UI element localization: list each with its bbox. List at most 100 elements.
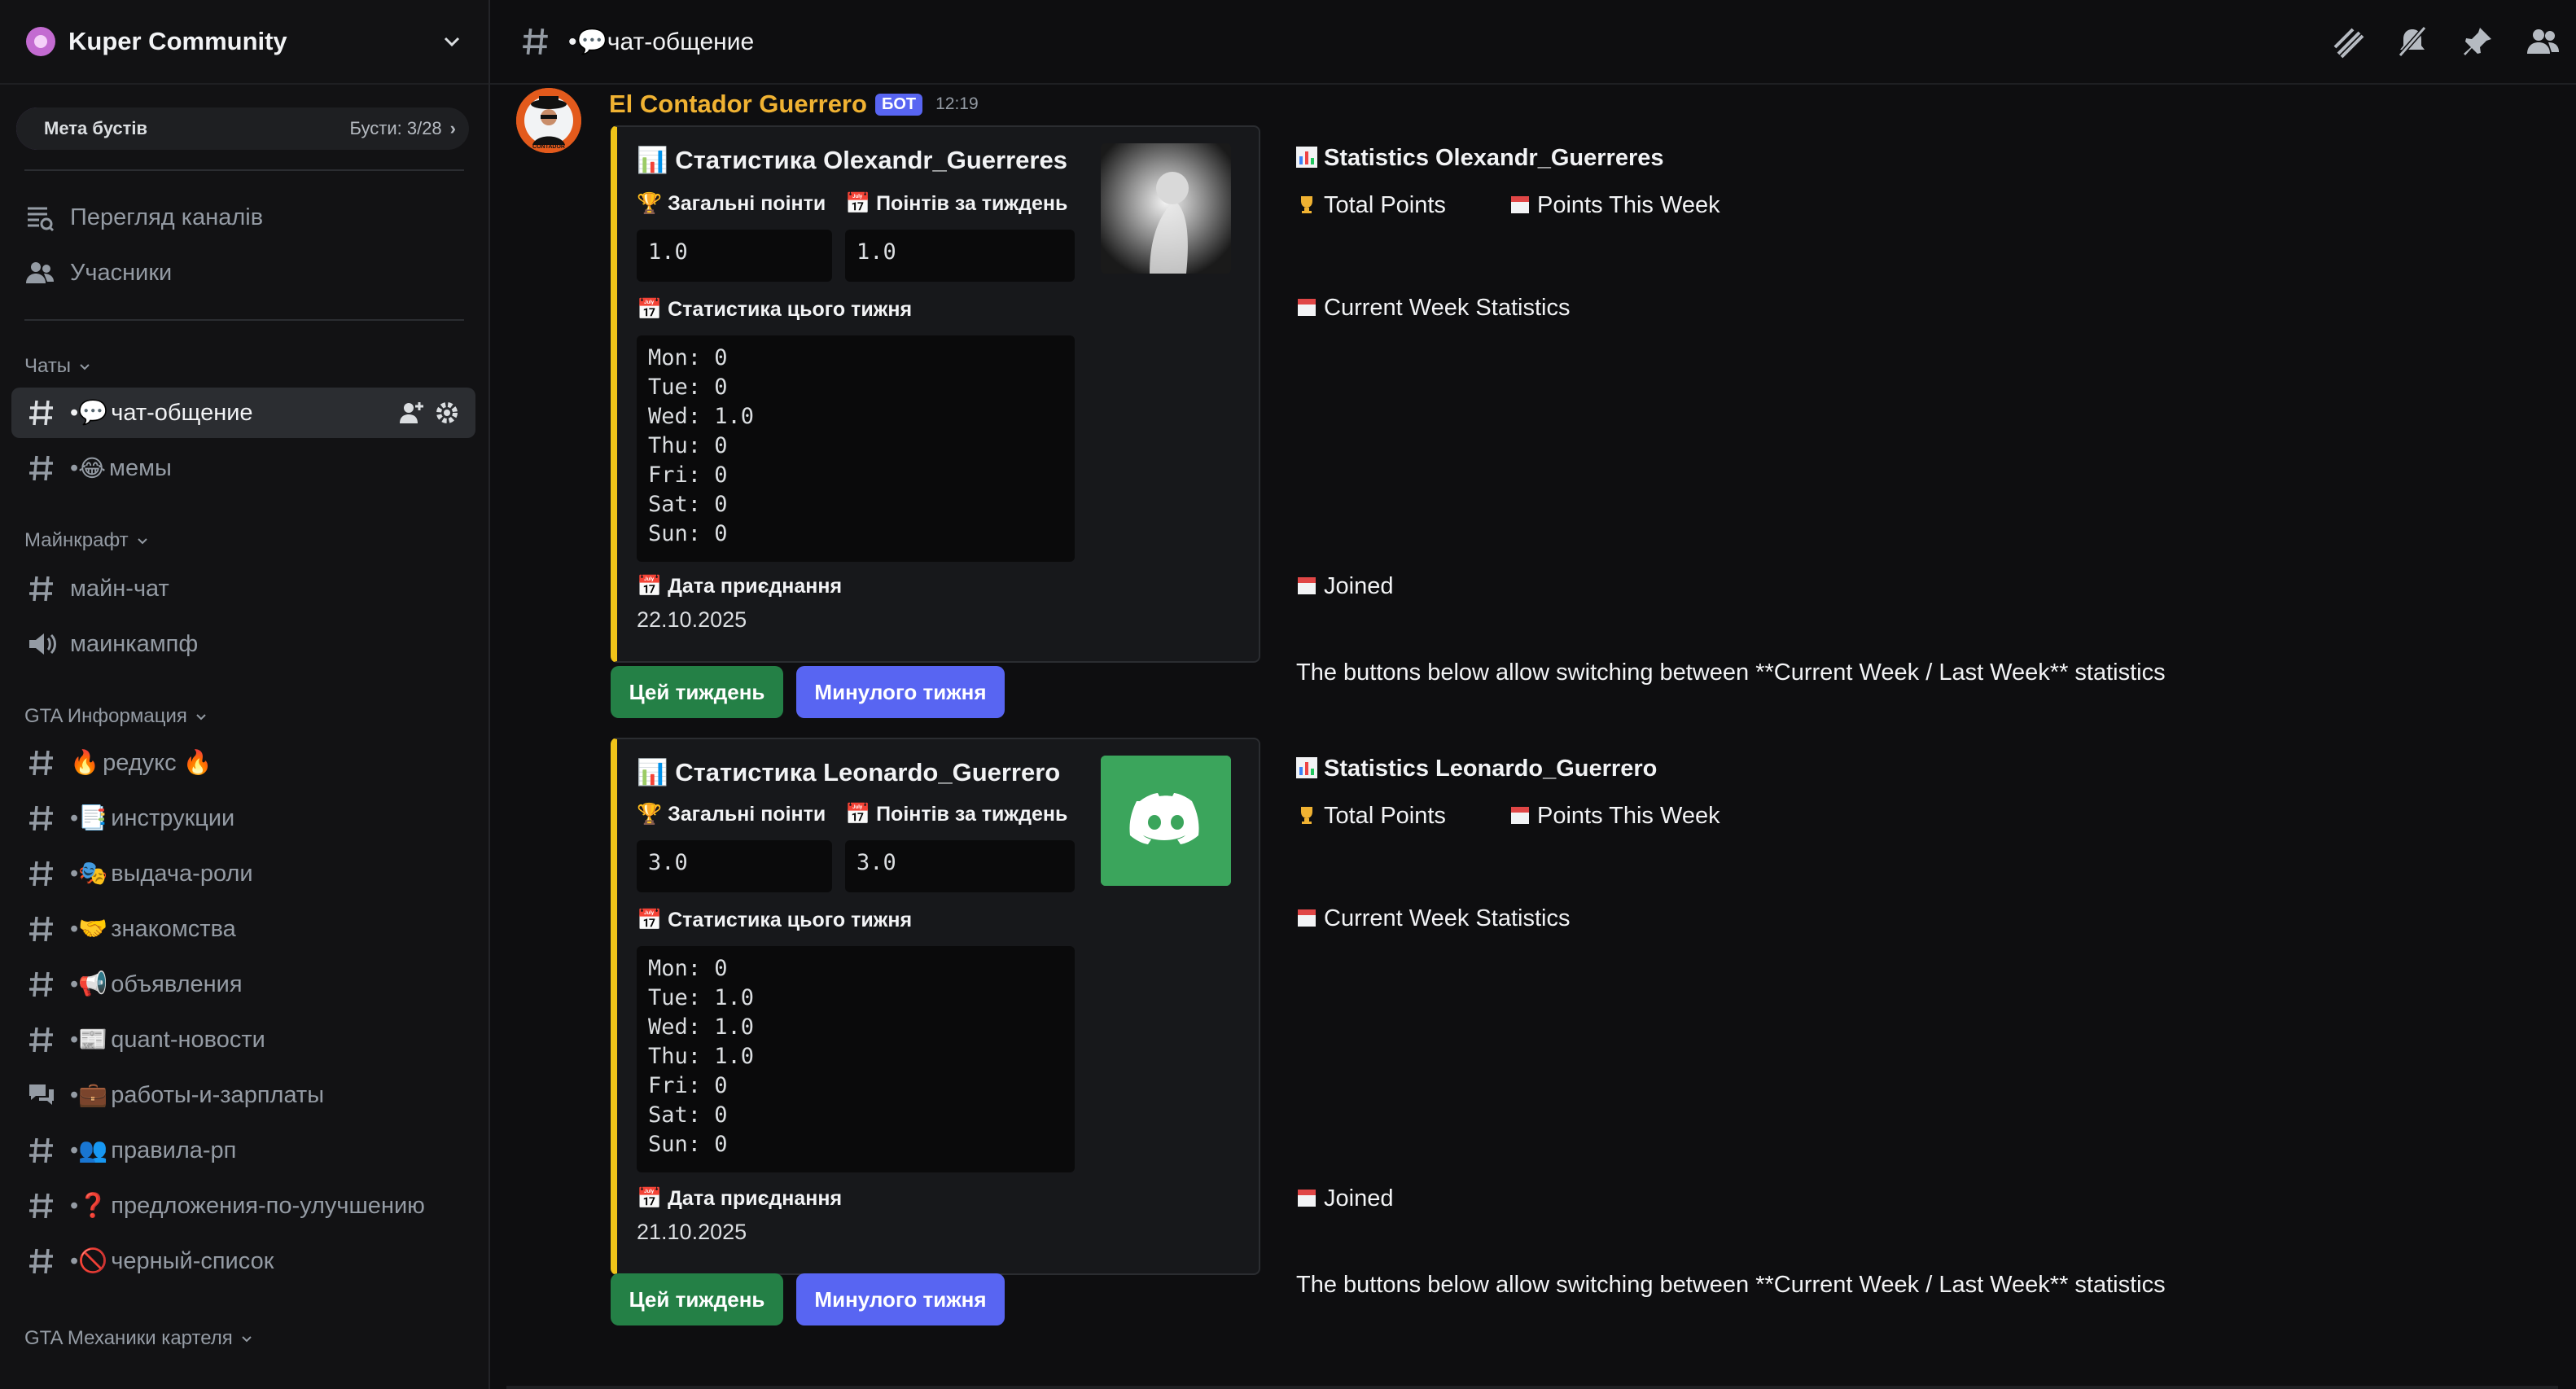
channel-roles[interactable]: • 🎭 выдача-роли [11,848,475,899]
channel-chat[interactable]: • 💬 чат-общение [11,388,475,438]
channel-label: черный-список [111,1247,274,1274]
category-gta-cartel[interactable]: GTA Механики картеля [24,1322,254,1355]
channel-redux[interactable]: 🔥 редукс 🔥 [11,738,475,788]
mute-icon[interactable] [2395,24,2429,59]
category-minecraft[interactable]: Майнкрафт [24,524,150,557]
category-chats[interactable]: Чаты [24,350,92,383]
category-label: GTA Механики картеля [24,1327,233,1349]
member-list-icon[interactable] [2526,24,2560,59]
channel-emoji: 💬 [78,400,108,426]
channel-label: работы-и-зарплаты [111,1081,325,1108]
channel-emoji: 💼 [78,1082,108,1108]
members-item[interactable]: Учасники [24,252,172,293]
members-label: Учасники [70,259,173,286]
last-week-button[interactable]: Минулого тижня [796,1273,1005,1325]
bar-chart-icon [1296,757,1317,778]
translation-joined-text: Joined [1324,573,1394,599]
current-week-button[interactable]: Цей тиждень [611,666,783,718]
avatar-image: CONTADOR [516,88,581,153]
category-label: GTA Информация [24,705,187,727]
channel-instructions[interactable]: • 📑 инструкции [11,793,475,843]
channel-label: предложения-по-улучшению [111,1192,425,1219]
channel-jobs[interactable]: • 💼 работы-и-зарплаты [11,1070,475,1120]
boost-goal-label: Мета бустів [44,118,148,138]
hash-icon [29,455,53,481]
translation-title: Statistics Leonardo_Guerrero [1296,756,1657,782]
server-icon [26,27,55,56]
stats-embed: 📊 Статистика Olexandr_Guerreres 🏆 Загаль… [611,125,1260,663]
avatar-text: CONTADOR [532,144,565,150]
channel-prefix: • [70,1192,79,1219]
message-header: El Contador Guerrero БОТ 12:19 [609,88,979,120]
translation-current-text: Current Week Statistics [1324,295,1571,321]
server-name: Kuper Community [68,27,287,55]
profile-photo [1101,143,1231,274]
joined-date: 21.10.2025 [637,1220,747,1244]
channel-intros[interactable]: • 🤝 знакомства [11,904,475,954]
channel-sidebar: Kuper Community Мета бустів Бусти: 3/28 … [0,0,490,1389]
translation-joined: Joined [1296,1185,1393,1212]
channel-suggestions[interactable]: • ❓ предложения-по-улучшению [11,1181,475,1231]
author-name[interactable]: El Contador Guerrero [609,90,867,119]
translation-total-text: Total Points [1324,803,1446,829]
week-stats-code: Mon: 0 Tue: 0 Wed: 1.0 Thu: 0 Fri: 0 Sat… [637,335,1075,562]
last-week-button[interactable]: Минулого тижня [796,666,1005,718]
channel-rp-rules[interactable]: • 👥 правила-рп [11,1125,475,1176]
hash-icon [29,971,53,997]
translation-joined-text: Joined [1324,1185,1394,1212]
week-stats-label: 📅 Статистика цього тижня [637,909,913,931]
embed-thumbnail[interactable] [1101,756,1231,886]
week-stats-label: 📅 Статистика цього тижня [637,298,913,321]
add-member-icon[interactable] [397,399,425,427]
translation-week: Points This Week [1509,192,1720,219]
week-points-label: 📅 Поінтів за тиждень [845,192,1068,215]
speaker-icon [29,633,56,655]
channel-prefix: • [70,1026,79,1053]
embed-thumbnail[interactable] [1101,143,1231,274]
current-week-button[interactable]: Цей тиждень [611,1273,783,1325]
channel-quant-news[interactable]: • 📰 quant-новости [11,1014,475,1065]
bot-avatar[interactable]: CONTADOR [516,88,581,153]
channel-label: объявления [111,971,243,997]
channel-label: майн-чат [70,575,169,602]
translation-note: The buttons below allow switching betwee… [1296,659,2166,686]
translation-total: Total Points [1296,803,1446,830]
translation-week: Points This Week [1509,803,1720,830]
channel-prefix: • [70,860,79,887]
threads-icon[interactable] [2330,24,2364,59]
hash-icon [29,916,53,942]
translation-total: Total Points [1296,192,1446,219]
bar-chart-icon [1296,147,1317,168]
channel-emoji: ❓ [78,1193,108,1219]
category-gta-info[interactable]: GTA Информация [24,700,208,733]
channel-mine-chat[interactable]: майн-чат [11,563,475,614]
channel-prefix: • [70,915,79,942]
week-points-label: 📅 Поінтів за тиждень [845,803,1068,826]
channel-title: •💬чат-общение [568,28,755,55]
channel-label: мемы [109,454,172,481]
server-header[interactable]: Kuper Community [0,0,488,85]
translation-current-text: Current Week Statistics [1324,905,1571,931]
channel-blacklist[interactable]: • 🚫 черный-список [11,1236,475,1286]
category-label: Чаты [24,355,72,377]
browse-channels-item[interactable]: Перегляд каналів [24,197,263,238]
chevron-down-icon[interactable] [440,29,464,54]
channel-announcements[interactable]: • 📢 объявления [11,959,475,1010]
pin-icon[interactable] [2460,24,2495,59]
chat-area: •💬чат-общение CONTADOR El Contador Guerr… [490,0,2576,1389]
calendar-icon [1511,196,1529,213]
channel-memes[interactable]: • 😂 мемы [11,443,475,493]
week-points-value: 3.0 [845,840,1075,892]
total-points-label: 🏆 Загальні поінти [637,803,826,826]
boost-goal-bar[interactable]: Мета бустів Бусти: 3/28 › [16,107,469,150]
channel-label: quant-новости [111,1026,265,1053]
channel-prefix: • [70,804,79,831]
channel-label: правила-рп [111,1137,237,1163]
channel-emoji: 🎭 [78,861,108,887]
gear-icon[interactable] [433,399,461,427]
channel-label: чат-общение [111,399,253,426]
channel-header: •💬чат-общение [490,0,2576,85]
translation-note: The buttons below allow switching betwee… [1296,1272,2166,1298]
channel-emoji: 🚫 [78,1248,108,1274]
channel-maincampf[interactable]: маинкампф [11,619,475,669]
